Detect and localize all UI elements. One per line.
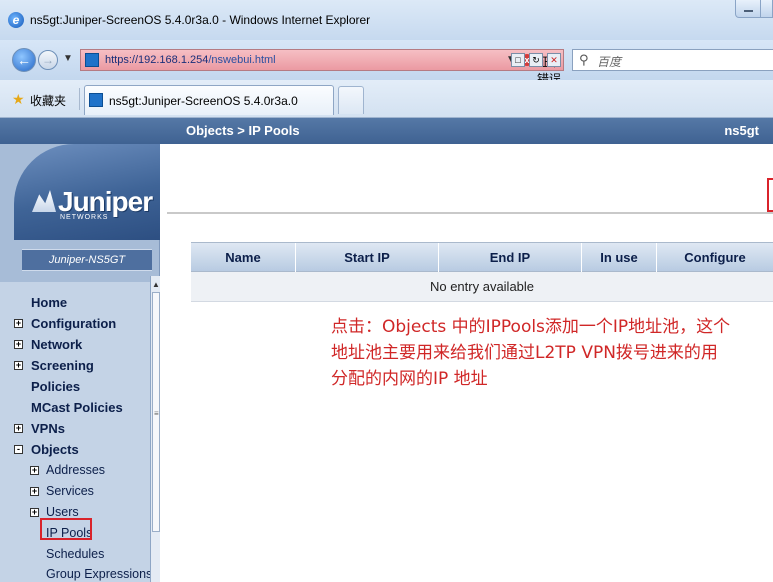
address-bar[interactable]: https://192.168.1.254/nswebui.html ▼ x 证… — [80, 49, 564, 86]
selected-item-highlight — [40, 518, 92, 540]
collapse-icon[interactable]: - — [14, 445, 23, 454]
sidebar-scrollbar[interactable]: ▲ ≡ — [150, 276, 160, 582]
favorites-star-icon[interactable]: ★ — [12, 91, 25, 108]
favorites-button[interactable]: 收藏夹 — [30, 92, 66, 109]
stop-icon[interactable]: ✕ — [547, 53, 561, 67]
forward-button[interactable]: → — [38, 50, 58, 70]
scroll-up-icon[interactable]: ▲ — [151, 280, 161, 289]
new-tab-button[interactable] — [338, 86, 364, 114]
tab-label: ns5gt:Juniper-ScreenOS 5.4.0r3a.0 — [109, 94, 298, 108]
history-dropdown-icon[interactable]: ▼ — [63, 53, 73, 64]
annotation-line-2: 地址池主要用来给我们通过L2TP VPN拨号进来的用 — [331, 343, 718, 363]
content-divider — [167, 212, 773, 214]
window-title-bar: e ns5gt:Juniper-ScreenOS 5.4.0r3a.0 - Wi… — [0, 0, 773, 40]
column-header-name[interactable]: Name — [191, 243, 296, 273]
scrollbar-thumb[interactable]: ≡ — [152, 292, 160, 532]
compatibility-icon[interactable]: □ — [511, 53, 525, 67]
search-input[interactable]: ⚲ 百度 — [572, 49, 773, 71]
logo-subtext: NETWORKS — [60, 214, 109, 221]
site-favicon-icon — [85, 53, 99, 67]
expand-icon[interactable]: + — [14, 424, 23, 433]
expand-icon[interactable]: + — [14, 319, 23, 328]
search-placeholder: 百度 — [597, 55, 622, 69]
column-header-in-use[interactable]: In use — [582, 243, 657, 273]
expand-icon[interactable]: + — [14, 340, 23, 349]
refresh-icon[interactable]: ↻ — [529, 53, 543, 67]
table-row: No entry available — [191, 272, 773, 302]
sidebar: Juniper NETWORKS Juniper-NS5GT Home + Co… — [0, 144, 160, 582]
empty-message: No entry available — [429, 279, 535, 294]
column-header-configure[interactable]: Configure — [657, 243, 773, 273]
window-controls — [735, 0, 773, 18]
search-icon: ⚲ — [579, 52, 589, 67]
annotation-line-3: 分配的内网的IP 地址 — [331, 369, 488, 389]
maximize-button[interactable] — [761, 0, 773, 18]
back-button[interactable]: ← — [12, 48, 36, 72]
navigation-bar: ← → ▼ https://192.168.1.254/nswebui.html… — [0, 40, 773, 86]
address-url[interactable]: https://192.168.1.254/nswebui.html — [105, 54, 276, 66]
device-name: ns5gt — [724, 123, 759, 138]
column-header-start-ip[interactable]: Start IP — [296, 243, 439, 273]
main-content: Name Start IP End IP In use Configure No… — [161, 144, 773, 582]
model-bar: Juniper-NS5GT — [22, 249, 152, 271]
expand-icon[interactable]: + — [30, 466, 39, 475]
minimize-button[interactable] — [735, 0, 761, 18]
expand-icon[interactable]: + — [14, 361, 23, 370]
expand-icon[interactable]: + — [30, 508, 39, 517]
table-header: Name Start IP End IP In use Configure — [191, 242, 773, 273]
expand-icon[interactable]: + — [30, 487, 39, 496]
window-title: ns5gt:Juniper-ScreenOS 5.4.0r3a.0 - Wind… — [30, 13, 371, 27]
tab-active[interactable]: ns5gt:Juniper-ScreenOS 5.4.0r3a.0 — [84, 85, 334, 115]
column-header-end-ip[interactable]: End IP — [439, 243, 582, 273]
annotation-line-1: 点击：Objects 中的IPPools添加一个IP地址池，这个 — [331, 317, 731, 337]
toolbar-divider — [79, 88, 80, 110]
annotation-text: 点击：Objects 中的IPPools添加一个IP地址池，这个 地址池主要用来… — [331, 314, 773, 392]
scroll-grip-icon: ≡ — [154, 409, 159, 418]
new-button-highlight[interactable] — [767, 178, 773, 212]
logo-area: Juniper NETWORKS — [14, 144, 160, 240]
ie-icon: e — [8, 12, 24, 28]
juniper-logo-icon — [32, 190, 56, 212]
page-header: Objects > IP Pools ns5gt — [0, 118, 773, 144]
device-model: Juniper-NS5GT — [48, 254, 126, 266]
breadcrumb: Objects > IP Pools — [186, 123, 300, 138]
tab-bar: ★ 收藏夹 ns5gt:Juniper-ScreenOS 5.4.0r3a.0 — [0, 80, 773, 118]
tab-favicon-icon — [89, 93, 103, 107]
